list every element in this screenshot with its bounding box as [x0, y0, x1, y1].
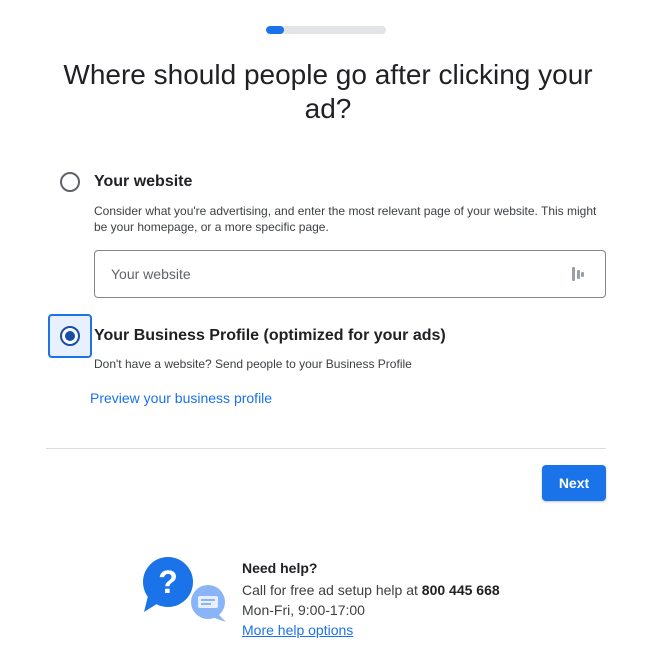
help-title: Need help?	[242, 560, 318, 576]
website-option-label[interactable]: Your website	[94, 173, 192, 191]
svg-text:?: ?	[158, 564, 178, 600]
help-chat-bubbles-icon: ?	[143, 557, 226, 622]
password-manager-key-icon[interactable]	[571, 266, 585, 282]
more-help-options-link[interactable]: More help options	[242, 622, 353, 638]
business-profile-option-description: Don't have a website? Send people to you…	[94, 357, 412, 371]
business-profile-radio[interactable]	[60, 326, 80, 346]
website-input[interactable]	[95, 251, 571, 297]
divider	[46, 448, 606, 449]
progress-bar	[266, 26, 386, 34]
help-phone-number: 800 445 668	[421, 582, 500, 598]
help-call-line: Call for free ad setup help at 800 445 6…	[242, 582, 500, 598]
help-hours: Mon-Fri, 9:00-17:00	[242, 602, 365, 618]
preview-business-profile-link[interactable]: Preview your business profile	[90, 390, 272, 406]
website-option-description: Consider what you're advertising, and en…	[94, 204, 597, 234]
progress-bar-fill	[266, 26, 284, 34]
page-title: Where should people go after clicking yo…	[63, 59, 593, 124]
website-radio[interactable]	[60, 172, 80, 192]
ads-setup-page: Where should people go after clicking yo…	[0, 0, 656, 662]
next-button[interactable]: Next	[542, 465, 606, 501]
website-input-field[interactable]	[94, 250, 606, 298]
business-profile-option-label[interactable]: Your Business Profile (optimized for you…	[94, 327, 446, 345]
help-call-text: Call for free ad setup help at	[242, 582, 422, 598]
